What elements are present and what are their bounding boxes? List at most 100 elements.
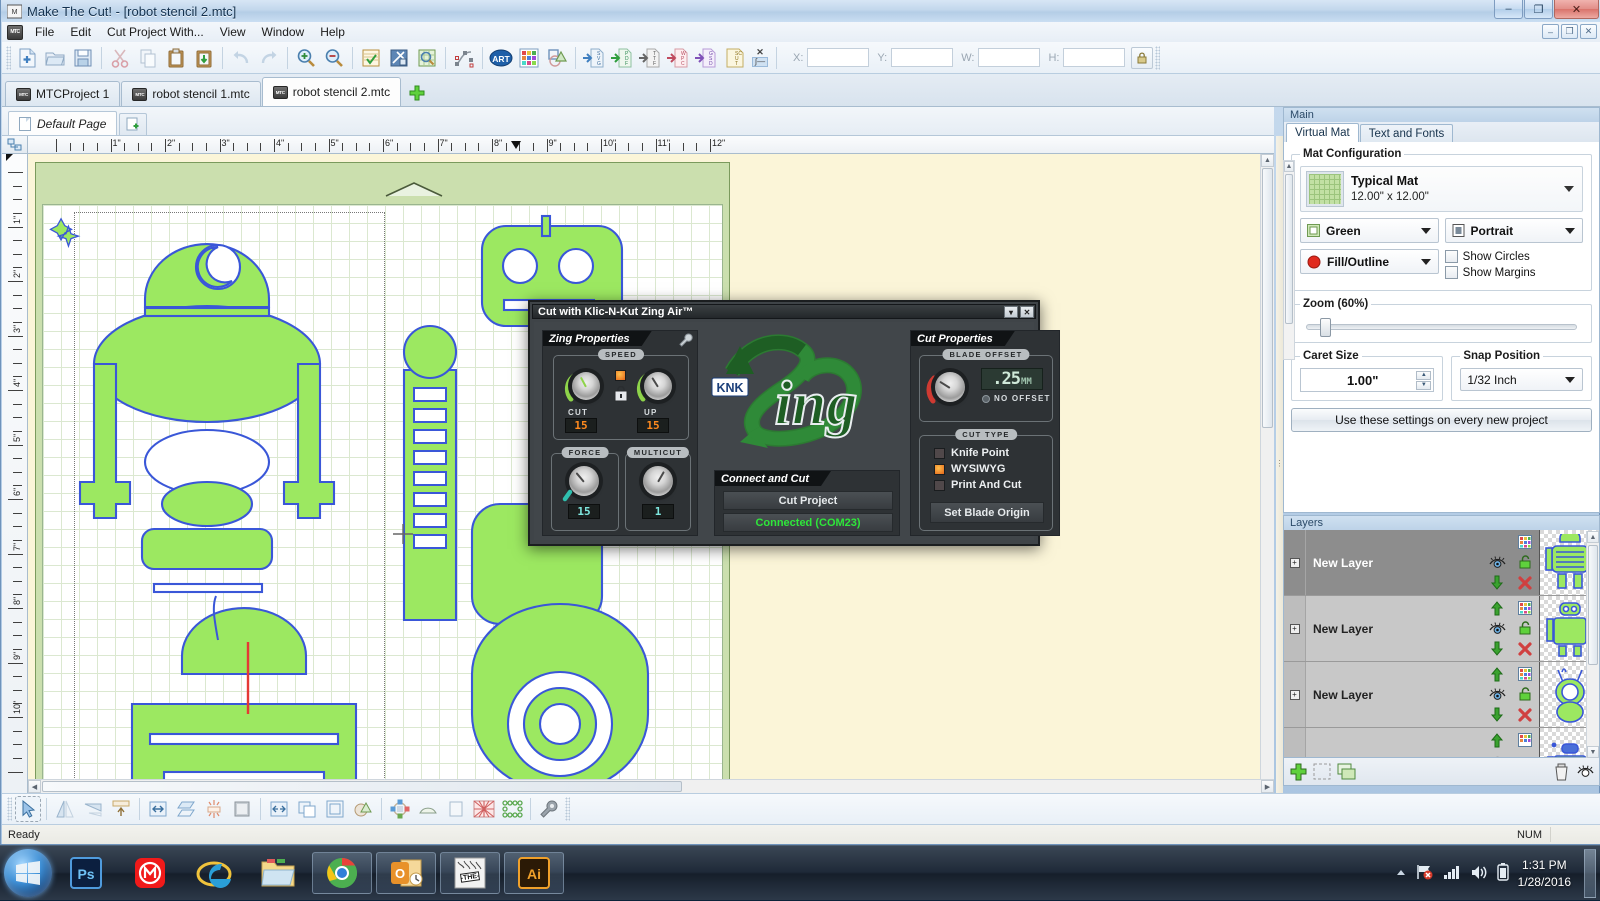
ruler-origin-button[interactable] <box>2 136 28 154</box>
shear-button[interactable] <box>173 796 199 822</box>
shapes-button[interactable] <box>544 45 570 71</box>
layer-visibility-icon[interactable] <box>1488 685 1506 703</box>
layers-list[interactable]: + New Layer + New Layer + New Layer <box>1283 530 1600 758</box>
import-wpc-button[interactable]: WPC <box>665 45 691 71</box>
wrench-icon[interactable] <box>679 333 693 350</box>
snap-position-dropdown[interactable]: 1/32 Inch <box>1460 368 1583 391</box>
scroll-thumb-vertical[interactable] <box>1262 168 1273 428</box>
layer-name[interactable]: New Layer <box>1306 662 1483 727</box>
fill-outline-dropdown[interactable]: Fill/Outline <box>1300 249 1439 274</box>
document-tab-mtcproject1[interactable]: MTC MTCProject 1 <box>5 81 121 106</box>
taskbar-item-the-document[interactable]: -THE- <box>440 852 500 894</box>
layer-name[interactable] <box>1306 728 1483 757</box>
units-toggle-icon[interactable]: ✕ ∫— <box>750 45 770 71</box>
show-desktop-button[interactable] <box>1584 849 1596 898</box>
spin-up-icon[interactable]: ▲ <box>1416 370 1432 380</box>
import-pdf-button[interactable]: PDF <box>609 45 635 71</box>
table-row[interactable]: + New Layer <box>1284 596 1599 662</box>
spin-down-icon[interactable]: ▼ <box>1416 380 1432 390</box>
distribute-horizontal-button[interactable] <box>145 796 171 822</box>
menu-help[interactable]: Help <box>312 23 353 41</box>
save-document-button[interactable] <box>70 45 96 71</box>
taskbar-item-photoshop[interactable]: Ps <box>56 852 116 894</box>
menu-file[interactable]: File <box>27 23 62 41</box>
caret-size-stepper[interactable]: 1.00" ▲ ▼ <box>1300 368 1435 392</box>
layer-delete-icon[interactable] <box>1516 574 1534 592</box>
layers-scroll-up-arrow[interactable]: ▲ <box>1587 531 1599 543</box>
menu-window[interactable]: Window <box>254 23 313 41</box>
layer-expand-gutter[interactable]: + <box>1284 530 1306 595</box>
caret-size-spin-arrows[interactable]: ▲ ▼ <box>1416 370 1432 390</box>
layer-expand-gutter[interactable]: + <box>1284 596 1306 661</box>
layers-scroll-down-arrow[interactable]: ▼ <box>1587 746 1599 758</box>
taskbar-item-make-the-cut[interactable] <box>120 852 180 894</box>
frame-shapes-button[interactable] <box>322 796 348 822</box>
window-minimize-button[interactable]: – <box>1494 0 1523 19</box>
cut-project-button[interactable]: Cut Project <box>723 491 893 510</box>
mdi-restore-button[interactable]: ❐ <box>1561 24 1578 39</box>
show-circles-checkbox[interactable]: Show Circles <box>1444 250 1583 263</box>
layer-visibility-icon[interactable] <box>1488 619 1506 637</box>
toolbar-grip-right[interactable] <box>1155 45 1161 70</box>
merge-layers-icon[interactable] <box>1336 762 1356 782</box>
layer-color-grid-icon[interactable] <box>1516 665 1534 683</box>
window-close-button[interactable]: ✕ <box>1554 0 1599 19</box>
scroll-right-arrow[interactable]: ▶ <box>1261 780 1274 793</box>
network-error-icon[interactable] <box>1416 864 1434 883</box>
taskbar-clock[interactable]: 1:31 PM 1/28/2016 <box>1518 857 1571 889</box>
speaker-icon[interactable] <box>1470 865 1488 883</box>
tab-text-and-fonts[interactable]: Text and Fonts <box>1359 124 1454 142</box>
taskbar-item-outlook[interactable]: O <box>376 852 436 894</box>
dock-splitter[interactable]: ⋮ <box>1276 136 1284 793</box>
lock-aspect-icon[interactable] <box>1131 46 1154 69</box>
cut-type-wysiwyg[interactable]: WYSIWYG <box>934 463 1021 475</box>
w-input[interactable] <box>978 48 1041 67</box>
bezier-curve-button[interactable] <box>451 45 477 71</box>
y-input[interactable] <box>891 48 954 67</box>
settings-button[interactable] <box>536 796 562 822</box>
taskbar-item-internet-explorer[interactable] <box>184 852 244 894</box>
arc-text-button[interactable] <box>415 796 441 822</box>
speed-link-checkbox[interactable] <box>615 370 626 381</box>
cut-speed-knob-area[interactable] <box>560 366 612 406</box>
table-row[interactable]: + New Layer <box>1284 662 1599 728</box>
zoom-selection-button[interactable] <box>414 45 440 71</box>
art-library-button[interactable]: ART <box>488 45 514 71</box>
paste-in-place-button[interactable] <box>191 45 217 71</box>
pierce-dots-button[interactable] <box>499 796 525 822</box>
layer-visibility-icon[interactable] <box>1488 553 1506 571</box>
shadow-square-button[interactable] <box>229 796 255 822</box>
menu-view[interactable]: View <box>212 23 254 41</box>
up-speed-knob[interactable] <box>644 372 672 400</box>
import-gsd-button[interactable]: GSD <box>693 45 719 71</box>
connection-status-button[interactable]: Connected (COM23) <box>723 513 893 532</box>
multicut-knob[interactable] <box>643 466 673 496</box>
signal-bars-icon[interactable] <box>1443 865 1461 882</box>
mat-color-dropdown[interactable]: Green <box>1300 218 1439 243</box>
canvas-horizontal-scrollbar[interactable]: ◀ ▶ <box>28 779 1274 793</box>
blade-offset-knob[interactable] <box>935 372 965 402</box>
mirror-vertical-button[interactable] <box>52 796 78 822</box>
node-edit-button[interactable] <box>386 45 412 71</box>
layer-unlocked-icon[interactable] <box>1516 685 1534 703</box>
mat-orientation-dropdown[interactable]: Portrait <box>1444 218 1583 243</box>
lattice-button[interactable] <box>471 796 497 822</box>
import-svg-button[interactable]: SVG <box>581 45 607 71</box>
zoom-in-button[interactable] <box>293 45 319 71</box>
cut-type-print-and-cut[interactable]: Print And Cut <box>934 479 1021 491</box>
layer-name[interactable]: New Layer <box>1306 596 1483 661</box>
boolean-shapes-button[interactable] <box>350 796 376 822</box>
zing-restore-button[interactable]: ▾ <box>1004 306 1018 318</box>
layer-unlocked-icon[interactable] <box>1516 619 1534 637</box>
dock-scrollbar[interactable]: ▲ <box>1283 160 1295 360</box>
import-scut-button[interactable]: SC U T <box>721 45 747 71</box>
horizontal-ruler[interactable]: 1" 2" 3" 4" 5" 6" 7" 8" 9" 10" 11" 12" <box>28 136 1274 154</box>
layer-delete-icon[interactable] <box>1516 640 1534 658</box>
rectangle-button[interactable] <box>443 796 469 822</box>
padlock-icon[interactable] <box>614 385 628 405</box>
layer-visibility-icon[interactable] <box>1488 751 1506 757</box>
scroll-up-arrow[interactable]: ▲ <box>1261 154 1274 167</box>
layer-expand-gutter[interactable]: + <box>1284 662 1306 727</box>
document-tab-robot-stencil-1[interactable]: MTC robot stencil 1.mtc <box>121 81 261 106</box>
move-layer-up-icon[interactable] <box>1488 731 1506 749</box>
